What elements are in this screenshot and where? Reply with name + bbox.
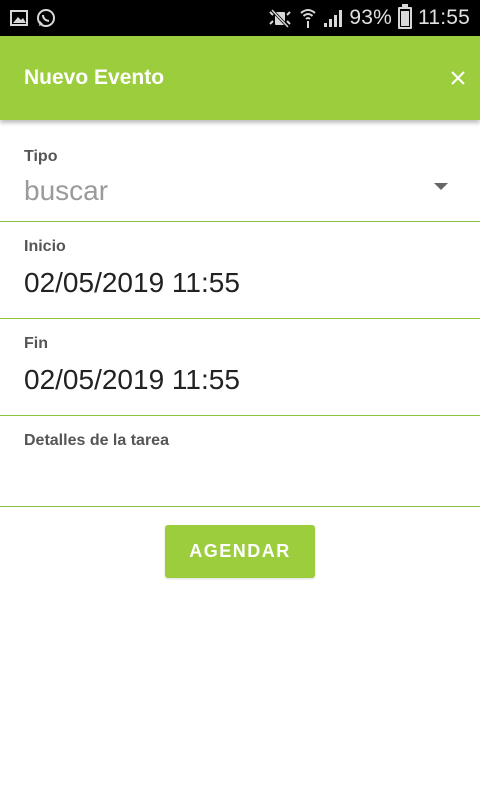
tipo-select[interactable]: Tipo buscar	[0, 130, 480, 222]
detalles-label: Detalles de la tarea	[24, 432, 169, 449]
inicio-value[interactable]: 02/05/2019 11:55	[24, 267, 240, 299]
fin-field[interactable]: Fin 02/05/2019 11:55	[0, 319, 480, 416]
battery-icon	[398, 4, 412, 29]
close-icon[interactable]	[450, 70, 466, 86]
mute-icon	[267, 8, 293, 28]
dropdown-arrow-icon[interactable]	[434, 183, 448, 190]
status-bar-right: 93% 11:55	[267, 0, 470, 36]
wifi-icon	[299, 7, 317, 29]
inicio-label: Inicio	[24, 238, 66, 255]
status-bar: 93% 11:55	[0, 0, 480, 36]
fin-value[interactable]: 02/05/2019 11:55	[24, 364, 240, 396]
image-icon	[10, 10, 28, 26]
close-button[interactable]	[444, 64, 472, 92]
dialog-title: Nuevo Evento	[24, 66, 165, 89]
inicio-field[interactable]: Inicio 02/05/2019 11:55	[0, 222, 480, 319]
detalles-field[interactable]: Detalles de la tarea	[0, 416, 480, 507]
whatsapp-icon	[36, 8, 56, 28]
signal-icon	[323, 8, 343, 28]
battery-percent: 93%	[349, 6, 392, 29]
clock: 11:55	[418, 6, 470, 29]
fin-label: Fin	[24, 335, 48, 352]
agendar-button[interactable]: AGENDAR	[165, 525, 315, 578]
tipo-placeholder: buscar	[24, 175, 109, 206]
app-bar: Nuevo Evento	[0, 36, 480, 120]
status-bar-left	[10, 8, 56, 28]
tipo-label: Tipo	[24, 148, 58, 165]
